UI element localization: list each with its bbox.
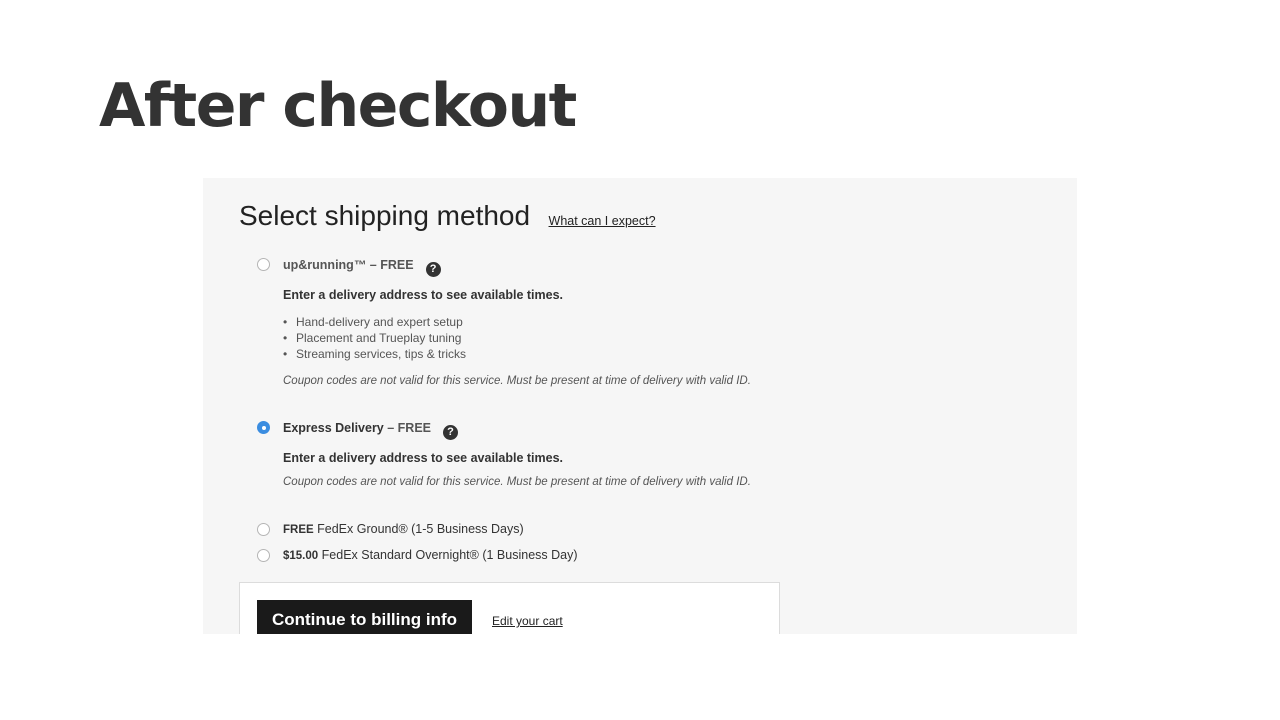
radio-fedex-overnight[interactable] <box>257 549 270 562</box>
radio-up-and-running[interactable] <box>257 258 270 271</box>
option-name: Express Delivery <box>283 421 384 435</box>
what-can-i-expect-link[interactable]: What can I expect? <box>549 214 656 228</box>
list-item: Placement and Trueplay tuning <box>283 330 466 346</box>
option-name: FedEx Standard Overnight® (1 Business Da… <box>318 548 578 562</box>
checkout-actions: Continue to billing info Edit your cart <box>239 582 780 634</box>
shipping-header: Select shipping method What can I expect… <box>239 200 656 232</box>
option-fedex-ground-label: FREE FedEx Ground® (1-5 Business Days) <box>283 522 524 536</box>
shipping-title: Select shipping method <box>239 200 531 231</box>
option-express-delivery-label: Express Delivery – FREE? <box>283 421 459 440</box>
question-circle-icon[interactable]: ? <box>443 425 459 440</box>
continue-to-billing-button[interactable]: Continue to billing info <box>257 600 472 634</box>
option-up-and-running-label: up&running™ – FREE? <box>283 258 441 277</box>
option-name: up&running™ <box>283 258 367 272</box>
delivery-address-notice: Enter a delivery address to see availabl… <box>283 288 564 302</box>
coupon-note: Coupon codes are not valid for this serv… <box>283 375 751 387</box>
feature-list: Hand-delivery and expert setup Placement… <box>283 314 466 362</box>
question-circle-icon[interactable]: ? <box>425 262 441 277</box>
option-name: FedEx Ground® (1-5 Business Days) <box>313 522 524 536</box>
radio-fedex-ground[interactable] <box>257 523 270 536</box>
option-fedex-overnight-label: $15.00 FedEx Standard Overnight® (1 Busi… <box>283 548 578 562</box>
coupon-note: Coupon codes are not valid for this serv… <box>283 476 751 488</box>
delivery-address-notice: Enter a delivery address to see availabl… <box>283 451 564 465</box>
edit-cart-link[interactable]: Edit your cart <box>492 614 563 628</box>
option-price: – FREE <box>383 421 432 435</box>
slide-title: After checkout <box>99 71 577 141</box>
radio-express-delivery[interactable] <box>257 421 270 434</box>
option-price: $15.00 <box>283 550 319 562</box>
shipping-method-panel: Select shipping method What can I expect… <box>203 178 1077 634</box>
option-price: FREE <box>283 524 314 536</box>
list-item: Hand-delivery and expert setup <box>283 314 466 330</box>
option-price: – FREE <box>366 258 414 272</box>
list-item: Streaming services, tips & tricks <box>283 346 466 362</box>
